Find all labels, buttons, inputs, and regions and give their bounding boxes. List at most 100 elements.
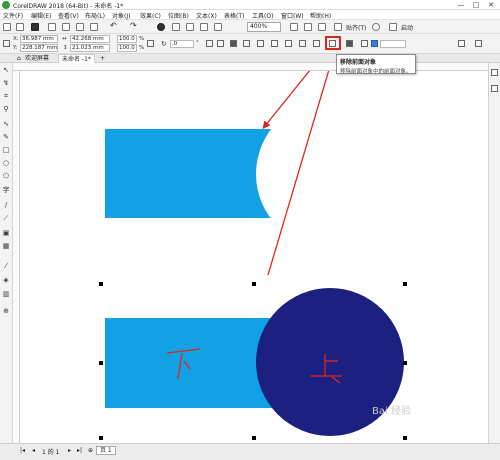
vertical-ruler[interactable] bbox=[13, 71, 20, 443]
trim-icon[interactable] bbox=[243, 40, 250, 47]
next-page-icon[interactable]: ▸ bbox=[68, 447, 71, 454]
publish-pdf-icon[interactable] bbox=[200, 23, 208, 31]
print-icon[interactable] bbox=[48, 23, 56, 31]
intersect-icon[interactable] bbox=[257, 40, 264, 47]
maximize-button[interactable]: □ bbox=[469, 0, 483, 10]
menu-object[interactable]: 对象(J) bbox=[112, 11, 130, 20]
save-icon[interactable] bbox=[31, 23, 39, 31]
crop-tool-icon[interactable]: ⌗ bbox=[2, 92, 10, 100]
text-tool-icon[interactable]: 字 bbox=[2, 186, 10, 194]
add-page-icon[interactable]: ⊕ bbox=[88, 447, 93, 454]
properties-docker-icon[interactable] bbox=[491, 85, 498, 92]
pick-tool-icon[interactable]: ↖ bbox=[2, 66, 10, 74]
lower-rectangle[interactable] bbox=[105, 318, 276, 408]
shape-tool-icon[interactable]: ↯ bbox=[2, 79, 10, 87]
transparency-icon[interactable]: ▦ bbox=[2, 242, 10, 250]
selection-handle-ml[interactable] bbox=[99, 361, 103, 365]
scale-height-input[interactable]: 100.0 bbox=[117, 44, 137, 52]
hints-icon[interactable] bbox=[491, 69, 498, 76]
width-input[interactable]: 42.268 mm bbox=[70, 35, 110, 43]
lock-ratio-icon[interactable] bbox=[147, 40, 154, 47]
outline-width-icon[interactable] bbox=[361, 40, 368, 47]
menu-file[interactable]: 文件(F) bbox=[3, 11, 23, 20]
trimmed-rectangle[interactable] bbox=[105, 129, 272, 218]
undo-icon[interactable]: ↶ bbox=[110, 21, 117, 30]
y-position-input[interactable]: 228.187 mm bbox=[20, 44, 58, 52]
cut-icon[interactable] bbox=[62, 23, 70, 31]
menu-tools[interactable]: 工具(O) bbox=[252, 11, 273, 20]
rotation-input[interactable]: .0 bbox=[170, 40, 194, 48]
zoom-tool-icon[interactable]: ⚲ bbox=[2, 105, 10, 113]
drop-shadow-icon[interactable]: ▣ bbox=[2, 229, 10, 237]
menu-view[interactable]: 查看(V) bbox=[58, 11, 79, 20]
paste-snap-button[interactable]: 贴齐(T) bbox=[346, 23, 366, 32]
connector-tool-icon[interactable]: ⟋ bbox=[2, 214, 10, 222]
front-minus-back-icon[interactable] bbox=[285, 40, 292, 47]
weld-icon[interactable] bbox=[230, 40, 237, 47]
selection-handle-tl[interactable] bbox=[99, 282, 103, 286]
drawing-canvas[interactable] bbox=[20, 71, 488, 443]
scale-width-input[interactable]: 100.0 bbox=[117, 35, 137, 43]
tab-document[interactable]: 未命名 -1* bbox=[58, 54, 95, 63]
full-screen-icon[interactable] bbox=[290, 23, 298, 31]
rulers-icon[interactable] bbox=[304, 23, 312, 31]
add-tool-icon[interactable]: ⊕ bbox=[2, 307, 10, 315]
last-page-icon[interactable]: ▸| bbox=[77, 447, 82, 454]
snap-icon[interactable] bbox=[334, 23, 342, 31]
selection-handle-mr[interactable] bbox=[403, 361, 407, 365]
copy-icon[interactable] bbox=[76, 23, 84, 31]
launch-button[interactable]: 启动 bbox=[401, 23, 413, 32]
options-gear-icon[interactable] bbox=[372, 23, 380, 31]
horizontal-ruler[interactable] bbox=[13, 63, 488, 71]
import-icon[interactable] bbox=[172, 23, 180, 31]
selection-handle-br[interactable] bbox=[403, 436, 407, 440]
new-tab-button[interactable]: + bbox=[97, 54, 108, 63]
align-icon[interactable] bbox=[458, 40, 465, 47]
menu-text[interactable]: 文本(X) bbox=[196, 11, 217, 20]
height-input[interactable]: 21.023 mm bbox=[70, 44, 110, 52]
menu-bitmaps[interactable]: 位图(B) bbox=[168, 11, 189, 20]
paste-icon[interactable] bbox=[90, 23, 98, 31]
launch-icon[interactable] bbox=[389, 23, 397, 31]
interactive-fill-icon[interactable]: ◈ bbox=[2, 276, 10, 284]
menu-window[interactable]: 窗口(W) bbox=[281, 11, 304, 20]
selection-handle-tr[interactable] bbox=[403, 282, 407, 286]
create-boundary-icon[interactable] bbox=[313, 40, 320, 47]
polygon-tool-icon[interactable]: ⬠ bbox=[2, 172, 10, 180]
selection-handle-tc[interactable] bbox=[252, 282, 256, 286]
open-folder-icon[interactable] bbox=[16, 23, 24, 31]
menu-edit[interactable]: 编辑(E) bbox=[31, 11, 51, 20]
object-origin-icon[interactable] bbox=[3, 40, 10, 47]
menu-help[interactable]: 帮助(H) bbox=[310, 11, 331, 20]
eyedropper-icon[interactable]: ⁄ bbox=[2, 262, 10, 270]
menu-layout[interactable]: 布局(L) bbox=[85, 11, 105, 20]
simplify-icon[interactable] bbox=[271, 40, 278, 47]
minimize-button[interactable]: — bbox=[454, 0, 468, 10]
x-position-input[interactable]: 36.987 mm bbox=[20, 35, 58, 43]
new-document-icon[interactable] bbox=[3, 23, 11, 31]
tab-welcome-screen[interactable]: 欢迎屏幕 bbox=[22, 54, 52, 63]
menu-effects[interactable]: 效果(C) bbox=[140, 11, 161, 20]
app-launcher-icon[interactable] bbox=[214, 23, 222, 31]
menu-table[interactable]: 表格(T) bbox=[224, 11, 244, 20]
selection-handle-bc[interactable] bbox=[252, 436, 256, 440]
first-page-icon[interactable]: |◂ bbox=[20, 447, 25, 454]
prev-page-icon[interactable]: ◂ bbox=[32, 447, 35, 454]
close-button[interactable]: ✕ bbox=[484, 0, 498, 10]
grid-icon[interactable] bbox=[318, 23, 326, 31]
ellipse-tool-icon[interactable]: ○ bbox=[2, 159, 10, 167]
add-icon[interactable] bbox=[475, 40, 482, 47]
redo-icon[interactable]: ↷ bbox=[130, 21, 137, 30]
freehand-tool-icon[interactable]: ∿ bbox=[2, 120, 10, 128]
zoom-level-select[interactable]: 400% bbox=[247, 22, 281, 32]
back-minus-front-icon[interactable] bbox=[299, 40, 306, 47]
artistic-media-icon[interactable]: ✎ bbox=[2, 133, 10, 141]
page-tab[interactable]: 页 1 bbox=[96, 446, 116, 455]
selection-handle-bl[interactable] bbox=[99, 436, 103, 440]
parallel-dimension-icon[interactable]: / bbox=[2, 201, 10, 209]
rectangle-tool-icon[interactable]: □ bbox=[2, 146, 10, 154]
fill-color-icon[interactable] bbox=[371, 40, 378, 47]
smart-fill-icon[interactable]: ▥ bbox=[2, 290, 10, 298]
search-content-icon[interactable] bbox=[157, 23, 165, 31]
export-icon[interactable] bbox=[186, 23, 194, 31]
